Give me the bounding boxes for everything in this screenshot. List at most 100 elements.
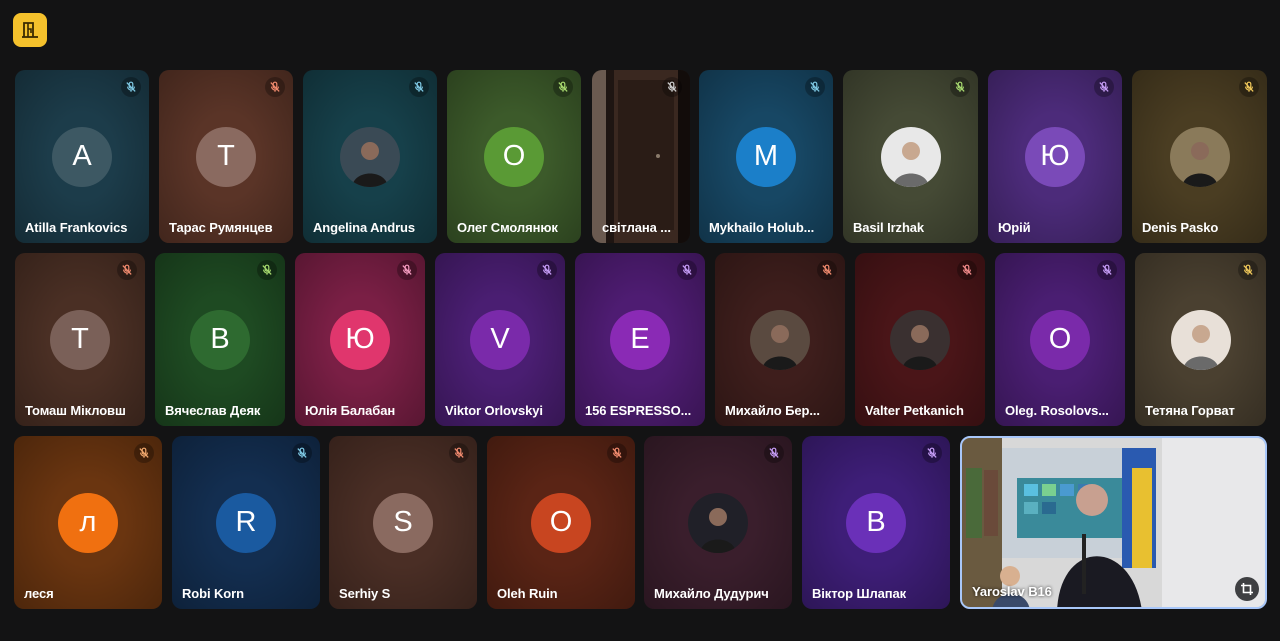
avatar: E bbox=[610, 309, 670, 370]
meeting-window: A Atilla Frankovics Т Тарас Румянцев Angelin… bbox=[0, 0, 1280, 641]
mic-off-icon bbox=[607, 443, 627, 463]
participant-name: Yaroslav B16 bbox=[972, 584, 1052, 599]
participant-name: Oleg. Rosolovs... bbox=[1005, 403, 1109, 418]
participant-name: Viktor Orlovskyi bbox=[445, 403, 543, 418]
tile-background bbox=[962, 438, 1265, 607]
participant-tile[interactable]: В Вячеслав Деяк bbox=[155, 253, 285, 426]
participant-name: Mykhailo Holub... bbox=[709, 220, 815, 235]
mic-off-icon bbox=[537, 260, 557, 280]
participant-tile[interactable]: Basil Irzhak bbox=[843, 70, 978, 243]
avatar: O bbox=[1030, 309, 1090, 370]
mic-off-icon bbox=[134, 443, 154, 463]
participant-name: Valter Petkanich bbox=[865, 403, 964, 418]
mic-off-icon bbox=[292, 443, 312, 463]
participant-name: Юлія Балабан bbox=[305, 403, 396, 418]
avatar bbox=[1170, 309, 1231, 370]
mic-off-icon bbox=[409, 77, 429, 97]
participant-tile[interactable]: S Serhiy S bbox=[329, 436, 477, 609]
avatar: Ю bbox=[1025, 126, 1085, 187]
avatar: O bbox=[531, 492, 591, 553]
participant-tile[interactable]: Тетяна Горват bbox=[1135, 253, 1266, 426]
mic-off-icon bbox=[553, 77, 573, 97]
participant-name: Denis Pasko bbox=[1142, 220, 1219, 235]
participant-tile[interactable]: Ю Юлія Балабан bbox=[295, 253, 425, 426]
participant-tile[interactable]: E 156 ESPRESSO... bbox=[575, 253, 705, 426]
participant-tile[interactable]: Ю Юрій bbox=[988, 70, 1122, 243]
participant-tile[interactable]: Михайло Дудурич bbox=[644, 436, 792, 609]
participant-name: світлана ... bbox=[602, 220, 671, 235]
avatar: Т bbox=[196, 126, 256, 187]
mic-off-icon bbox=[397, 260, 417, 280]
mic-off-icon bbox=[1094, 77, 1114, 97]
avatar bbox=[1169, 126, 1230, 187]
participant-name: Михайло Бер... bbox=[725, 403, 820, 418]
avatar bbox=[340, 126, 400, 187]
participant-name: Вячеслав Деяк bbox=[165, 403, 261, 418]
participant-tile[interactable]: R Robi Korn bbox=[172, 436, 320, 609]
mic-off-icon bbox=[662, 77, 682, 97]
avatar bbox=[890, 309, 950, 370]
participant-name: Томаш Мікловш bbox=[25, 403, 126, 418]
avatar: A bbox=[52, 126, 112, 187]
participant-name: леся bbox=[24, 586, 54, 601]
participant-tile[interactable]: Yaroslav B16 bbox=[960, 436, 1267, 609]
participant-name: Atilla Frankovics bbox=[25, 220, 128, 235]
avatar: В bbox=[190, 309, 250, 370]
avatar bbox=[880, 126, 941, 187]
mic-off-icon bbox=[1238, 260, 1258, 280]
participant-tile[interactable]: Т Томаш Мікловш bbox=[15, 253, 145, 426]
mic-off-icon bbox=[1239, 77, 1259, 97]
mic-off-icon bbox=[677, 260, 697, 280]
avatar: R bbox=[216, 492, 276, 553]
participant-name: Angelina Andrus bbox=[313, 220, 416, 235]
avatar: В bbox=[846, 492, 906, 553]
participant-tile[interactable]: M Mykhailo Holub... bbox=[699, 70, 833, 243]
participant-tile[interactable]: світлана ... bbox=[592, 70, 690, 243]
mic-off-icon bbox=[265, 77, 285, 97]
avatar: О bbox=[484, 126, 544, 187]
participant-name: Михайло Дудурич bbox=[654, 586, 769, 601]
participant-name: Тетяна Горват bbox=[1145, 403, 1235, 418]
participant-name: Тарас Румянцев bbox=[169, 220, 273, 235]
participant-tile[interactable]: Valter Petkanich bbox=[855, 253, 985, 426]
mic-off-icon bbox=[449, 443, 469, 463]
mic-off-icon bbox=[257, 260, 277, 280]
mic-off-icon bbox=[117, 260, 137, 280]
participant-name: Serhiy S bbox=[339, 586, 391, 601]
avatar: M bbox=[736, 126, 796, 187]
mic-off-icon bbox=[121, 77, 141, 97]
avatar: S bbox=[373, 492, 433, 553]
participant-tile[interactable]: A Atilla Frankovics bbox=[15, 70, 149, 243]
avatar: V bbox=[470, 309, 530, 370]
participant-grid: A Atilla Frankovics Т Тарас Румянцев Angelin… bbox=[0, 0, 1280, 641]
avatar: Ю bbox=[330, 309, 390, 370]
avatar bbox=[688, 492, 748, 553]
participant-name: Віктор Шлапак bbox=[812, 586, 907, 601]
participant-name: 156 ESPRESSO... bbox=[585, 403, 692, 418]
participant-name: Юрій bbox=[998, 220, 1031, 235]
participant-tile[interactable]: л леся bbox=[14, 436, 162, 609]
mic-off-icon bbox=[1097, 260, 1117, 280]
mic-off-icon bbox=[922, 443, 942, 463]
participant-name: Олег Смолянюк bbox=[457, 220, 558, 235]
mic-off-icon bbox=[764, 443, 784, 463]
participant-tile[interactable]: O Oleh Ruin bbox=[487, 436, 635, 609]
mic-off-icon bbox=[957, 260, 977, 280]
participant-tile[interactable]: V Viktor Orlovskyi bbox=[435, 253, 565, 426]
mic-off-icon bbox=[950, 77, 970, 97]
mic-off-icon bbox=[805, 77, 825, 97]
avatar: л bbox=[58, 492, 118, 553]
participant-tile[interactable]: В Віктор Шлапак bbox=[802, 436, 950, 609]
participant-tile[interactable]: О Олег Смолянюк bbox=[447, 70, 581, 243]
crop-icon[interactable] bbox=[1235, 577, 1259, 601]
participant-name: Basil Irzhak bbox=[853, 220, 925, 235]
participant-tile[interactable]: Т Тарас Румянцев bbox=[159, 70, 293, 243]
avatar: Т bbox=[50, 309, 110, 370]
participant-tile[interactable]: Михайло Бер... bbox=[715, 253, 845, 426]
participant-tile[interactable]: Denis Pasko bbox=[1132, 70, 1267, 243]
participant-tile[interactable]: O Oleg. Rosolovs... bbox=[995, 253, 1125, 426]
participant-name: Robi Korn bbox=[182, 586, 244, 601]
avatar bbox=[750, 309, 810, 370]
participant-tile[interactable]: Angelina Andrus bbox=[303, 70, 437, 243]
mic-off-icon bbox=[817, 260, 837, 280]
